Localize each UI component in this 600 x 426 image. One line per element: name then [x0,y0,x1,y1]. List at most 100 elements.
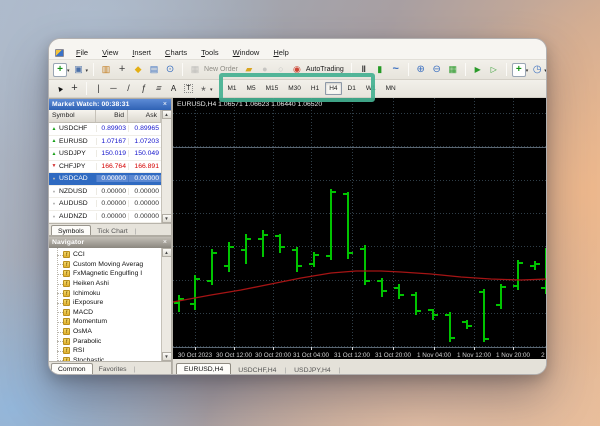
market-watch-row[interactable]: ●AUDNZD0.000000.00000 [49,211,161,224]
navigator-item-heiken-ashi[interactable]: fHeiken Ashi [49,279,152,289]
timeframe-button-mn[interactable]: MN [382,82,400,95]
new-order-label[interactable]: New Order [204,66,238,73]
market-watch-row[interactable]: ▲USDJPY150.019150.049 [49,148,161,161]
market-watch-row[interactable]: ▲USDCHF0.899030.89965 [49,123,161,136]
profiles-icon[interactable] [72,63,86,77]
fibonacci-icon[interactable] [137,82,150,95]
column-header-ask[interactable]: Ask [128,110,161,122]
bid-value: 0.00000 [96,175,128,182]
navigator-header[interactable]: Navigator × [49,237,171,248]
periods-icon[interactable] [530,63,544,77]
text-label-icon[interactable] [182,82,195,95]
tile-windows-icon[interactable] [446,63,460,77]
market-watch-header[interactable]: Market Watch: 00:38:31 × [49,99,171,110]
navigator-item-momentum[interactable]: fMomentum [49,317,152,327]
indicators-dropdown-icon[interactable]: ▾ [526,68,529,74]
navigator-tab-favorites[interactable]: Favorites [93,364,133,375]
market-watch-row[interactable]: ●NZDUSD0.000000.00000 [49,186,161,199]
horizontal-line-icon[interactable] [107,82,120,95]
data-window-icon[interactable] [115,63,129,77]
chart-tab-usdjpy-h4[interactable]: USDJPY,H4 [287,365,338,375]
cursor-icon[interactable] [53,82,66,95]
scroll-up-icon[interactable]: ▲ [162,110,172,119]
profiles-dropdown-icon[interactable]: ▾ [86,68,89,74]
navigator-icon[interactable] [131,63,145,77]
indicator-name: OsMA [73,328,92,335]
navigator-tab-common[interactable]: Common [51,363,93,375]
line-chart-icon[interactable] [389,63,403,77]
chart-tab-usdchf-h4[interactable]: USDCHF,H4 [231,365,283,375]
menu-item-insert[interactable]: Insert [125,47,158,58]
ask-value: 166.891 [128,163,161,170]
tab-divider: | [338,365,342,375]
chart-area: EURUSD,H4 1.06571 1.06623 1.06440 1.0652… [173,98,547,375]
menu-item-help[interactable]: Help [266,47,295,58]
symbol-name: USDCAD [59,175,88,182]
arrows-icon[interactable] [197,82,210,95]
autotrading-label[interactable]: AutoTrading [306,66,344,73]
menu-item-file[interactable]: File [69,47,95,58]
market-watch-row[interactable]: ●USDCAD0.000000.00000 [49,173,161,186]
market-watch-row[interactable]: ●AUDUSD0.000000.00000 [49,198,161,211]
indicator-icon: f [63,261,70,268]
trendline-icon[interactable] [122,82,135,95]
navigator-item-parabolic[interactable]: fParabolic [49,336,152,346]
column-header-symbol[interactable]: Symbol [49,110,96,122]
market-watch-tab-tick-chart[interactable]: Tick Chart [91,226,134,236]
navigator-item-macd[interactable]: fMACD [49,308,152,318]
navigator-close-icon[interactable]: × [162,239,168,246]
menu-item-view[interactable]: View [95,47,125,58]
chart-shift-icon[interactable] [487,63,501,77]
navigator-item-cci[interactable]: fCCI [49,250,152,260]
zoom-out-icon[interactable] [430,63,444,77]
chart-tab-eurusd-h4[interactable]: EURUSD,H4 [176,363,231,375]
menu-item-window[interactable]: Window [226,47,267,58]
navigator-item-rsi[interactable]: fRSI [49,346,152,356]
toolbar-separator [93,63,94,76]
new-chart-dropdown-icon[interactable]: ▾ [67,68,70,74]
navigator-item-fxmagnetic-engulfing-i[interactable]: fFxMagnetic Engulfing I [49,269,152,279]
market-watch-icon[interactable] [99,63,113,77]
zoom-in-icon[interactable] [414,63,428,77]
market-watch-row[interactable]: ▼CHFJPY166.764166.891 [49,161,161,174]
scroll-down-icon[interactable]: ▼ [162,214,172,223]
crosshair-icon[interactable] [68,82,81,95]
symbol-name: EURUSD [59,138,88,145]
scroll-down-icon[interactable]: ▼ [162,352,172,361]
symbol-cell: ▼CHFJPY [49,163,96,170]
navigator-item-iexposure[interactable]: fiExposure [49,298,152,308]
navigator-scrollbar[interactable]: ▲ ▼ [161,248,171,361]
toolbar-separator [465,63,466,76]
indicator-name: Stochastic [73,357,104,361]
navigator-item-custom-moving-averag[interactable]: fCustom Moving Averag [49,260,152,270]
menu-item-tools[interactable]: Tools [194,47,226,58]
navigator-item-ichimoku[interactable]: fIchimoku [49,288,152,298]
navigator-item-osma[interactable]: fOsMA [49,327,152,337]
vertical-line-icon[interactable] [92,82,105,95]
scroll-up-icon[interactable]: ▲ [162,248,172,257]
arrows-dropdown-icon[interactable]: ▾ [210,87,213,93]
text-icon[interactable] [167,82,180,95]
menu-item-charts[interactable]: Charts [158,47,194,58]
indicator-icon: f [63,328,70,335]
channel-icon[interactable] [152,82,165,95]
market-watch-panel: Market Watch: 00:38:31 × SymbolBidAsk ▲U… [49,98,172,236]
periods-dropdown-icon[interactable]: ▾ [544,68,546,74]
window-titlebar[interactable] [49,39,546,46]
toolbar-separator [506,63,507,76]
new-order-icon[interactable] [188,63,202,77]
indicators-icon[interactable] [512,63,526,77]
column-header-bid[interactable]: Bid [96,110,128,122]
market-watch-tab-symbols[interactable]: Symbols [51,225,91,236]
terminal-icon[interactable] [147,63,161,77]
market-watch-scrollbar[interactable]: ▲ ▼ [161,110,171,223]
strategy-tester-icon[interactable] [163,63,177,77]
chart-canvas[interactable]: EURUSD,H4 1.06571 1.06623 1.06440 1.0652… [173,98,547,359]
new-chart-icon[interactable] [53,63,67,77]
auto-scroll-icon[interactable] [471,63,485,77]
ask-value: 0.89965 [128,125,161,132]
ask-value: 0.00000 [128,213,161,220]
market-watch-row[interactable]: ▲EURUSD1.071671.07203 [49,136,161,149]
navigator-item-stochastic[interactable]: fStochastic [49,356,152,361]
market-watch-close-icon[interactable]: × [162,101,168,108]
